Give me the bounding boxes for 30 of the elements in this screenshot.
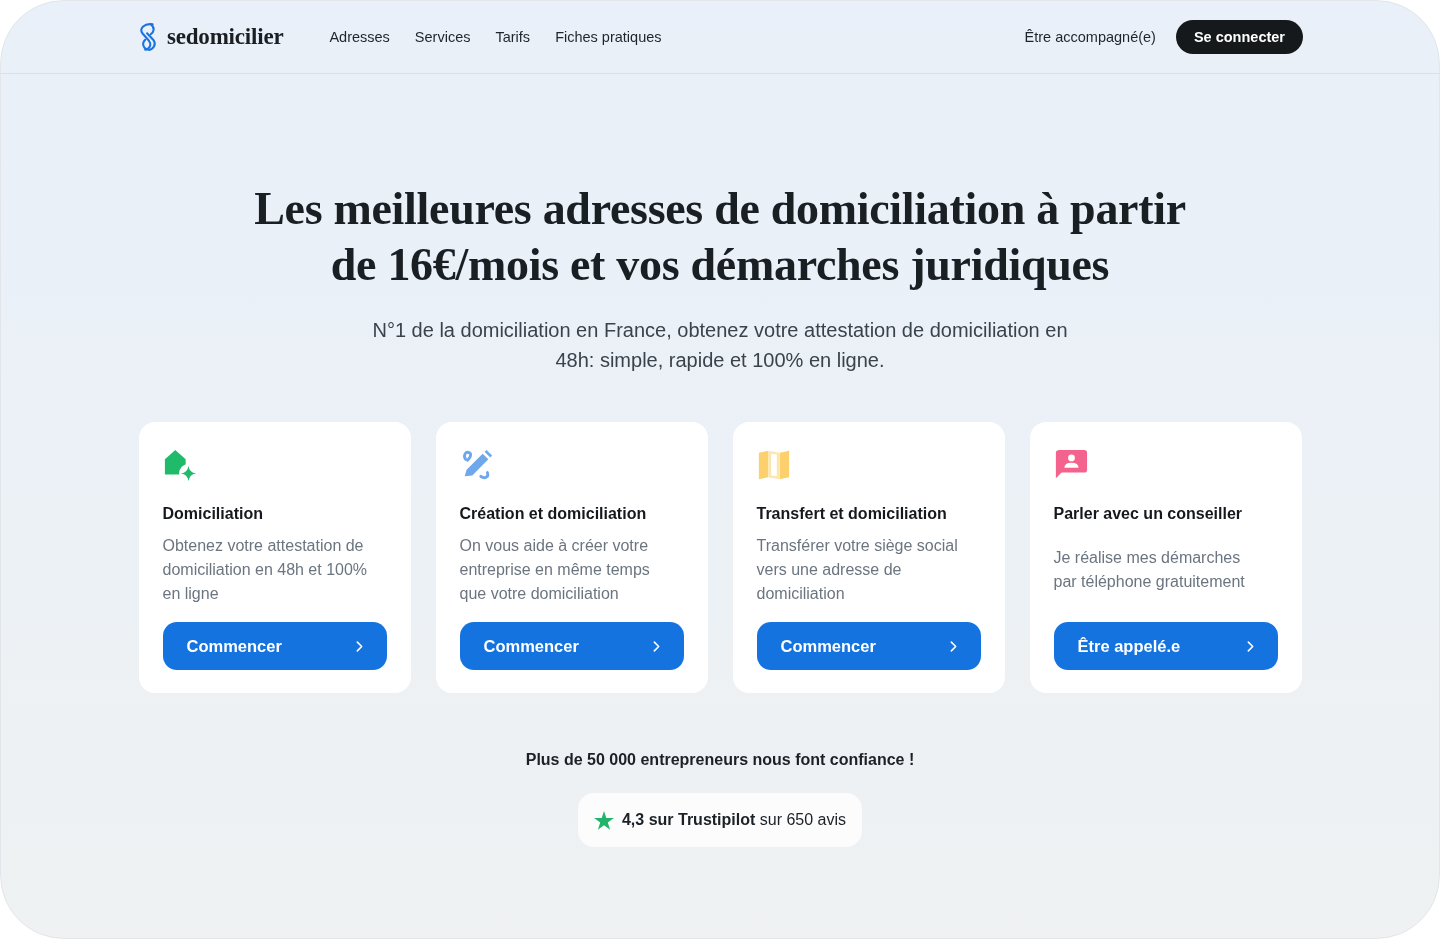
nav-link[interactable]: Services <box>414 29 471 45</box>
house-sparkle-icon <box>162 447 197 483</box>
card-title: Transfert et domiciliation <box>756 504 948 524</box>
card-title: Création et domiciliation <box>459 504 648 524</box>
card-action-button[interactable]: Commencer <box>459 622 684 670</box>
card-title: Parler avec un conseiller <box>1053 504 1244 524</box>
nav-link[interactable]: Adresses <box>329 29 390 45</box>
star-icon <box>593 810 614 830</box>
card-description: Transférer votre siège social vers une adresse de domiciliation <box>756 536 959 604</box>
card-description: Obtenez votre attestation de domiciliation en 48h et 100% en ligne <box>162 536 369 604</box>
nav-link[interactable]: Être accompagné(e) <box>1024 29 1156 45</box>
trust-heading: Plus de 50 000 entrepreneurs nous font confiance ! <box>525 750 915 770</box>
card-action-button[interactable]: Commencer <box>756 622 981 670</box>
card-description: Je réalise mes démarches par téléphone gratuitement <box>1053 548 1246 592</box>
chevron-right-icon <box>355 640 363 652</box>
nav-link[interactable]: Tarifs <box>495 29 531 45</box>
hero-subtitle: N°1 de la domiciliation en France, obtenez votre attestation de domiciliation en 48h: simple, rapide et 100% en ligne. <box>371 318 1069 373</box>
nav-link[interactable]: Fiches pratiques <box>555 29 662 45</box>
logo-icon <box>137 22 159 52</box>
card-title: Domiciliation <box>162 504 264 524</box>
card-action-button[interactable]: Être appelé.e <box>1053 622 1278 670</box>
chevron-right-icon <box>1246 640 1254 652</box>
login-button[interactable]: Se connecter <box>1175 20 1303 54</box>
card-description: On vous aide à créer votre entreprise en même temps que votre domiciliation <box>459 536 651 604</box>
card-action-button[interactable]: Commencer <box>162 622 387 670</box>
chevron-right-icon <box>949 640 957 652</box>
rating-text: 4,3 sur Trustipilot sur 650 avis <box>621 811 847 829</box>
chevron-right-icon <box>652 640 660 652</box>
brand-logo-link[interactable]: sedomicilier <box>137 22 284 52</box>
hero-title: Les meilleures adresses de domiciliation à partir de 16€/mois et vos démarches juridiques <box>253 182 1187 292</box>
